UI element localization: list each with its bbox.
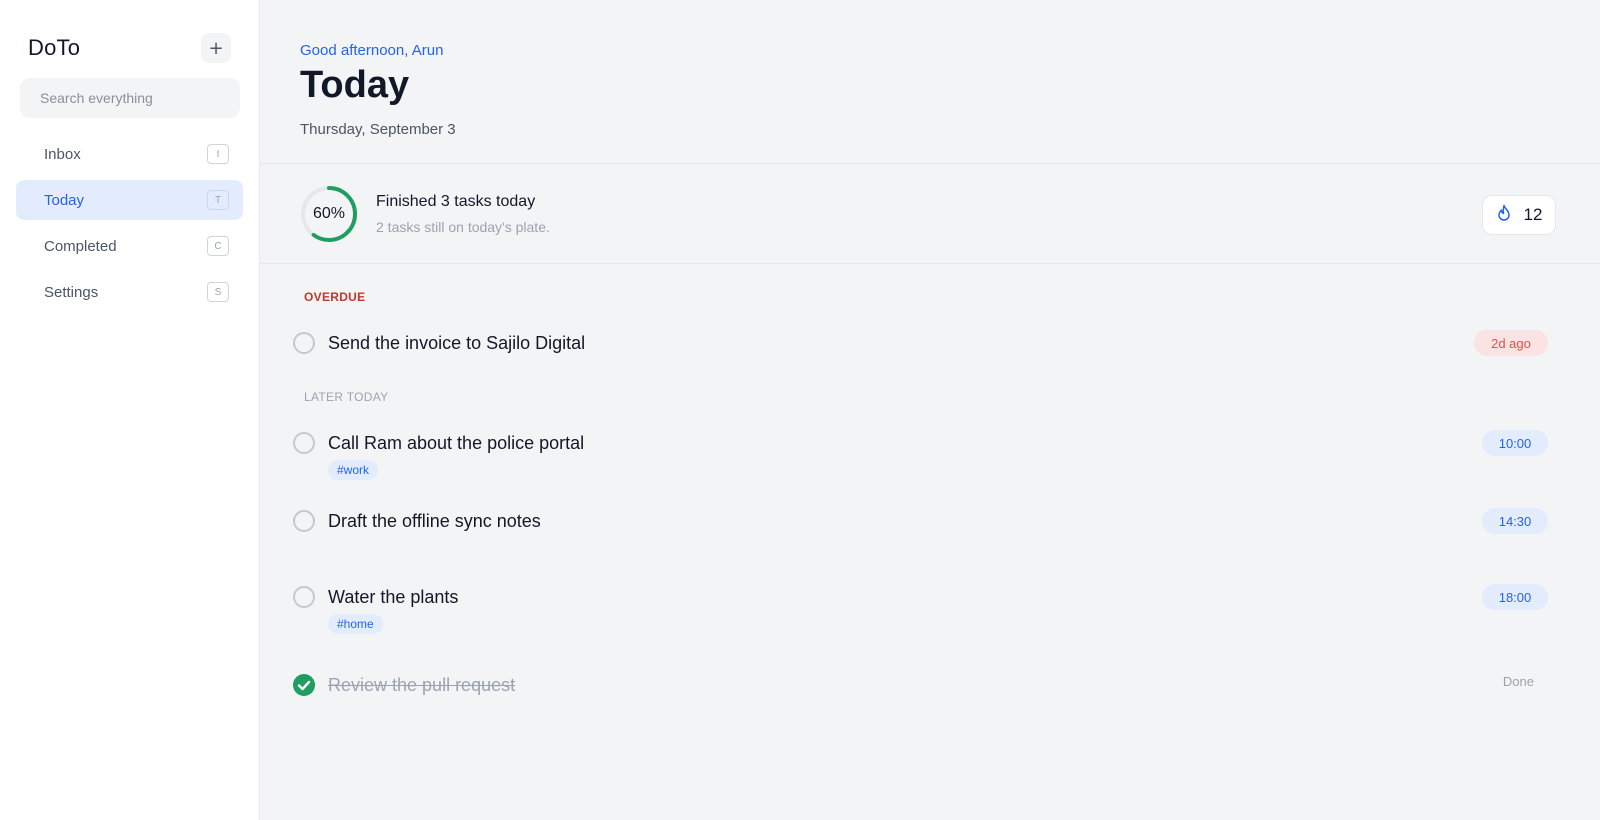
task-body: Draft the offline sync notes: [328, 510, 541, 532]
task-body: Call Ram about the police portal #work: [328, 432, 584, 480]
section-label-later-today: LATER TODAY: [304, 390, 389, 404]
progress-summary: 60% Finished 3 tasks today 2 tasks still…: [260, 164, 1600, 264]
shortcut-key: I: [207, 144, 229, 164]
task-tag[interactable]: #home: [328, 614, 383, 634]
time-badge: 14:30: [1482, 508, 1548, 534]
sidebar-nav: Inbox I Today T Completed C Settings S: [16, 134, 243, 312]
date-text: Thursday, September 3: [300, 120, 456, 138]
task-title: Send the invoice to Sajilo Digital: [328, 333, 586, 353]
sidebar-item-today[interactable]: Today T: [16, 180, 243, 220]
progress-title: Finished 3 tasks today: [376, 192, 536, 210]
sidebar-item-inbox[interactable]: Inbox I: [16, 134, 243, 174]
search-input[interactable]: [20, 78, 240, 118]
task-checkbox[interactable]: [293, 510, 315, 532]
checkmark-icon: [297, 680, 311, 691]
section-label-overdue: OVERDUE: [304, 290, 366, 304]
task-body: Water the plants #home: [328, 586, 458, 634]
progress-percent: 60%: [312, 204, 346, 222]
task-checkbox-checked[interactable]: [293, 674, 315, 696]
task-row[interactable]: Send the invoice to Sajilo Digital 2d ag…: [260, 330, 1600, 356]
time-badge: 18:00: [1482, 584, 1548, 610]
task-title: Review the pull request: [328, 675, 516, 695]
main-content: Good afternoon, Arun Today Thursday, Sep…: [260, 0, 1600, 820]
sidebar: DoTo + Inbox I Today T Completed C Setti…: [0, 0, 260, 820]
shortcut-key: T: [207, 190, 229, 210]
task-row[interactable]: Draft the offline sync notes 14:30: [260, 508, 1600, 534]
sidebar-item-completed[interactable]: Completed C: [16, 226, 243, 266]
page-header: Good afternoon, Arun Today Thursday, Sep…: [260, 0, 1600, 164]
sidebar-item-settings[interactable]: Settings S: [16, 272, 243, 312]
task-title: Call Ram about the police portal: [328, 433, 585, 453]
task-row[interactable]: Call Ram about the police portal #work 1…: [260, 430, 1600, 480]
sidebar-item-label: Settings: [44, 283, 99, 301]
task-checkbox[interactable]: [293, 432, 315, 454]
task-title: Water the plants: [328, 587, 459, 607]
progress-ring: 60%: [300, 185, 358, 243]
streak-badge[interactable]: 12: [1482, 195, 1556, 235]
task-row[interactable]: Water the plants #home 18:00: [260, 584, 1600, 634]
done-status: Done: [1502, 674, 1534, 689]
greeting-text: Good afternoon, Arun: [300, 42, 444, 59]
shortcut-key: S: [207, 282, 229, 302]
time-badge: 10:00: [1482, 430, 1548, 456]
page-title: Today: [300, 64, 410, 106]
task-tag[interactable]: #work: [328, 460, 379, 480]
progress-subtitle: 2 tasks still on today's plate.: [376, 218, 550, 235]
sidebar-item-label: Inbox: [44, 145, 81, 163]
streak-count: 12: [1523, 205, 1543, 224]
overdue-badge: 2d ago: [1474, 330, 1548, 356]
task-title: Draft the offline sync notes: [328, 511, 541, 531]
app-logo-text: DoTo: [28, 35, 81, 60]
sidebar-item-label: Completed: [44, 237, 117, 255]
brand-row: DoTo +: [16, 26, 243, 70]
task-checkbox[interactable]: [293, 332, 315, 354]
sidebar-item-label: Today: [44, 191, 85, 209]
task-body: Review the pull request: [328, 674, 515, 696]
task-row-completed[interactable]: Review the pull request Done: [260, 674, 1600, 696]
task-checkbox[interactable]: [293, 586, 315, 608]
shortcut-key: C: [207, 236, 229, 256]
flame-icon: [1496, 204, 1512, 227]
task-body: Send the invoice to Sajilo Digital: [328, 332, 585, 354]
progress-text: Finished 3 tasks today 2 tasks still on …: [376, 193, 550, 235]
add-task-button[interactable]: +: [201, 33, 231, 63]
